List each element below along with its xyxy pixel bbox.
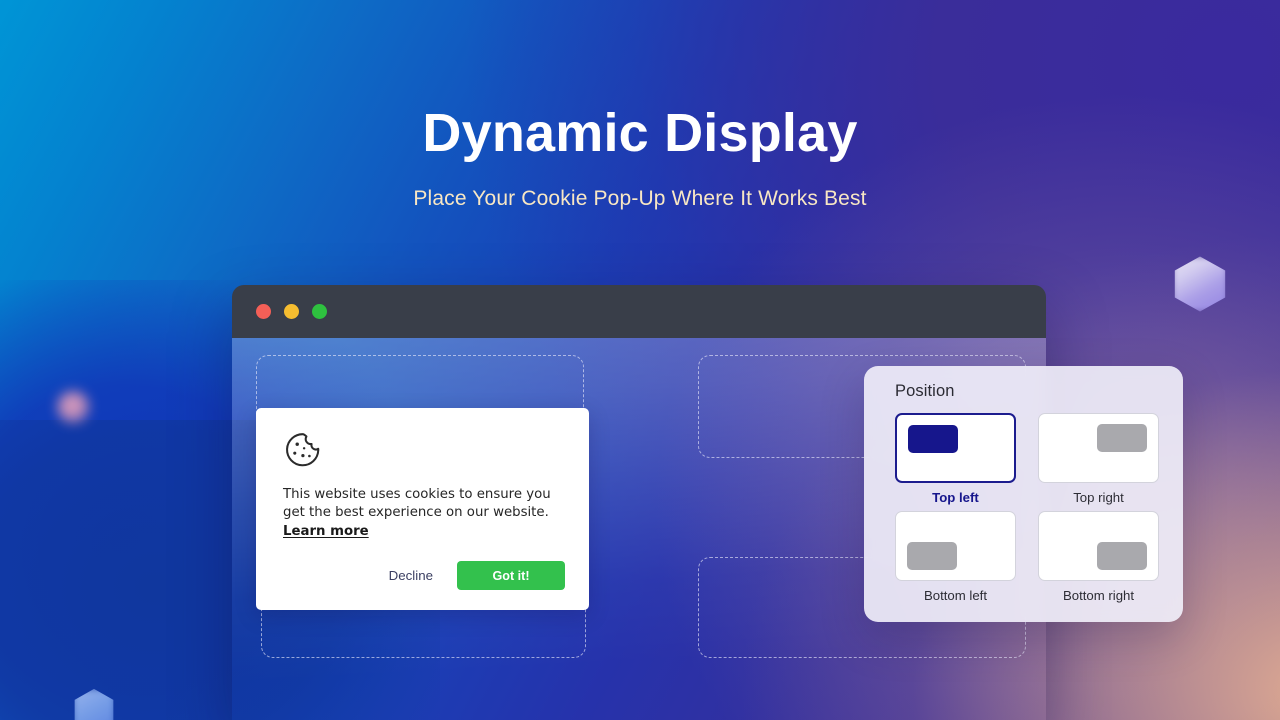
position-option-top-right[interactable]: Top right (1038, 413, 1159, 505)
browser-titlebar (232, 285, 1046, 338)
position-thumb-bottom-right[interactable] (1038, 511, 1159, 581)
page-title: Dynamic Display (422, 103, 858, 163)
position-label-top-right: Top right (1073, 490, 1124, 505)
learn-more-link[interactable]: Learn more (283, 524, 369, 539)
position-option-bottom-left[interactable]: Bottom left (895, 511, 1016, 603)
popup-preview-rect (1097, 542, 1147, 570)
position-panel-title: Position (895, 382, 955, 400)
cookie-consent-banner: This website uses cookies to ensure you … (256, 408, 589, 611)
decline-button[interactable]: Decline (387, 564, 435, 587)
position-settings-panel: Position Top left Top right Bottom left … (864, 366, 1183, 622)
decorative-hexagon-icon (1174, 256, 1226, 312)
position-label-bottom-right: Bottom right (1062, 588, 1135, 603)
position-label-top-left: Top left (932, 490, 979, 505)
minimize-window-icon[interactable] (284, 304, 299, 319)
popup-preview-rect (907, 542, 957, 570)
page-header: Dynamic Display Place Your Cookie Pop-Up… (0, 0, 1280, 211)
position-option-top-left[interactable]: Top left (895, 413, 1016, 505)
position-label-bottom-left: Bottom left (923, 588, 988, 603)
popup-preview-rect (908, 425, 958, 453)
cookie-message-text: This website uses cookies to ensure you … (283, 487, 551, 521)
cookie-banner-actions: Decline Got it! (283, 561, 565, 591)
position-option-bottom-right[interactable]: Bottom right (1038, 511, 1159, 603)
cookie-icon (283, 430, 565, 469)
position-thumb-bottom-left[interactable] (895, 511, 1016, 581)
page-subtitle: Place Your Cookie Pop-Up Where It Works … (413, 187, 867, 210)
decorative-circle-icon (57, 391, 90, 424)
cookie-message: This website uses cookies to ensure you … (283, 486, 565, 541)
position-thumb-top-right[interactable] (1038, 413, 1159, 483)
maximize-window-icon[interactable] (312, 304, 327, 319)
accept-cookies-button[interactable]: Got it! (457, 561, 565, 591)
popup-preview-rect (1097, 424, 1147, 452)
position-options-grid: Top left Top right Bottom left Bottom ri… (895, 413, 1161, 603)
position-thumb-top-left[interactable] (895, 413, 1016, 483)
close-window-icon[interactable] (256, 304, 271, 319)
